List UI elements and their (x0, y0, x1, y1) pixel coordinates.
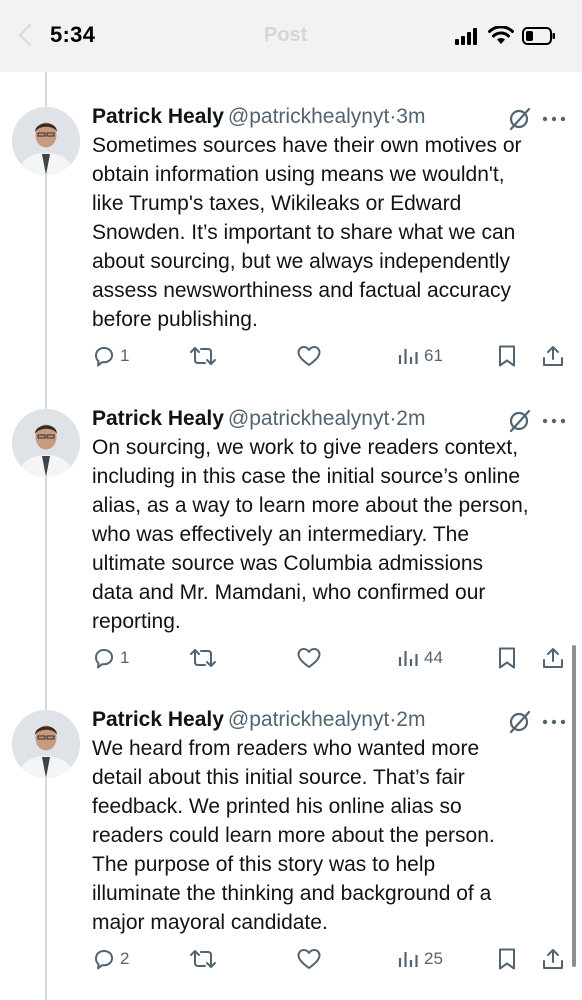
share-icon (543, 648, 563, 668)
share-button[interactable] (541, 947, 565, 971)
reply-count: 1 (120, 346, 130, 365)
grok-icon[interactable] (507, 710, 533, 734)
views-button[interactable]: 61 (396, 344, 443, 368)
bookmark-button[interactable] (496, 947, 518, 971)
bookmark-icon (499, 647, 515, 669)
reply-button[interactable]: 2 (92, 947, 129, 971)
author-handle[interactable]: @patrickhealynyt (228, 708, 389, 731)
like-button[interactable] (296, 646, 326, 670)
grok-icon[interactable] (507, 409, 533, 433)
author-handle[interactable]: @patrickhealynyt (228, 407, 389, 430)
tweet-text: We heard from readers who wanted more de… (92, 737, 495, 934)
repost-button[interactable] (188, 646, 222, 670)
author-name[interactable]: Patrick Healy (92, 708, 224, 731)
view-count: 61 (424, 346, 443, 365)
more-icon[interactable] (542, 418, 566, 424)
action-bar: 1 44 (0, 646, 582, 676)
avatar[interactable] (12, 710, 80, 778)
status-time: 5:34 (50, 22, 96, 47)
reply-count: 2 (120, 949, 130, 968)
tweet-header: Patrick Healy @patrickhealynyt·2m (92, 707, 425, 733)
bookmark-button[interactable] (496, 646, 518, 670)
view-count: 25 (424, 949, 443, 968)
share-button[interactable] (541, 646, 565, 670)
like-button[interactable] (296, 344, 326, 368)
signal-icon (455, 27, 477, 45)
back-arrow-icon[interactable] (18, 23, 42, 47)
reply-icon (95, 950, 113, 970)
tweet-text: On sourcing, we work to give readers con… (92, 436, 529, 633)
avatar[interactable] (12, 409, 80, 477)
tweet-header: Patrick Healy @patrickhealynyt·3m (92, 104, 425, 130)
thread-line (45, 72, 47, 1000)
reply-count: 1 (120, 648, 130, 667)
action-bar: 1 61 (0, 344, 582, 374)
bookmark-button[interactable] (496, 344, 518, 368)
timestamp[interactable]: ·2m (389, 407, 425, 430)
reply-button[interactable]: 1 (92, 646, 129, 670)
page-title: Post (264, 24, 308, 46)
bookmark-icon (499, 948, 515, 970)
reply-icon (95, 347, 113, 367)
views-icon (398, 349, 418, 364)
action-bar: 2 25 (0, 947, 582, 977)
views-button[interactable]: 44 (396, 646, 443, 670)
avatar[interactable] (12, 107, 80, 175)
tweet-header: Patrick Healy @patrickhealynyt·2m (92, 406, 425, 432)
more-icon[interactable] (542, 116, 566, 122)
tweet-text: Sometimes sources have their own motives… (92, 134, 522, 331)
grok-icon[interactable] (507, 107, 533, 131)
scrollbar[interactable] (572, 645, 576, 967)
repost-button[interactable] (188, 344, 222, 368)
like-button[interactable] (296, 947, 326, 971)
wifi-icon (488, 26, 514, 44)
repost-button[interactable] (188, 947, 222, 971)
views-icon (398, 651, 418, 666)
view-count: 44 (424, 648, 443, 667)
repost-icon (190, 649, 216, 667)
status-icons (454, 26, 556, 45)
repost-icon (190, 347, 216, 365)
repost-icon (190, 950, 216, 968)
like-icon (297, 949, 321, 969)
reply-icon (95, 649, 113, 669)
share-icon (543, 949, 563, 969)
reply-button[interactable]: 1 (92, 344, 129, 368)
bookmark-icon (499, 345, 515, 367)
share-icon (543, 346, 563, 366)
author-name[interactable]: Patrick Healy (92, 407, 224, 430)
share-button[interactable] (541, 344, 565, 368)
views-icon (398, 952, 418, 967)
battery-icon (522, 26, 555, 45)
views-button[interactable]: 25 (396, 947, 443, 971)
status-bar: 5:34 Post (0, 0, 582, 72)
more-icon[interactable] (542, 719, 566, 725)
like-icon (297, 346, 321, 366)
like-icon (297, 648, 321, 668)
author-name[interactable]: Patrick Healy (92, 105, 224, 128)
author-handle[interactable]: @patrickhealynyt (228, 105, 389, 128)
timestamp[interactable]: ·2m (389, 708, 425, 731)
timestamp[interactable]: ·3m (389, 105, 425, 128)
